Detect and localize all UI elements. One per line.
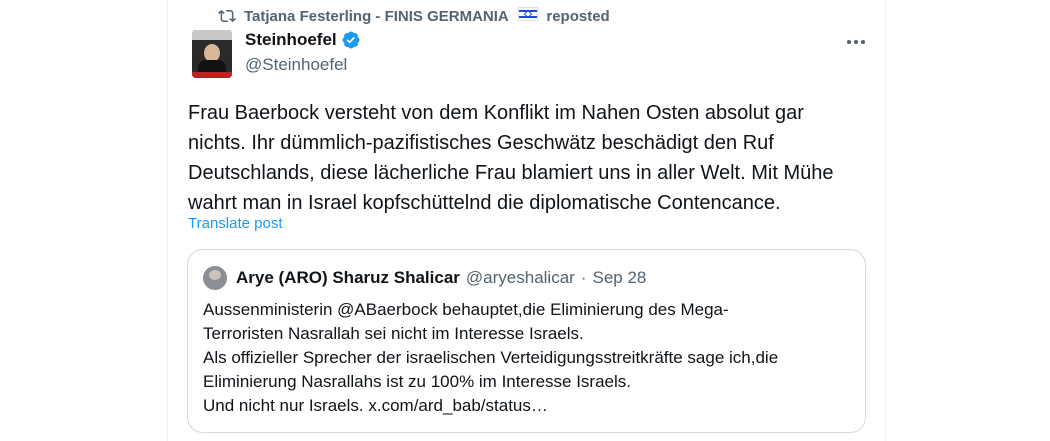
tweet-line: wahrt man in Israel kopfschüttelnd die d… [188, 192, 781, 214]
quoted-line: Und nicht nur Israels. x.com/ard_bab/sta… [203, 396, 548, 415]
repost-action-label: reposted [546, 7, 610, 25]
tweet-body: Frau Baerbock versteht von dem Konflikt … [188, 98, 878, 218]
repost-icon [218, 9, 236, 23]
author-avatar[interactable] [192, 30, 232, 78]
quoted-post-card[interactable]: Arye (ARO) Sharuz Shalicar @aryeshalicar… [187, 249, 866, 433]
quoted-post-body: Aussenministerin @ABaerbock behauptet,di… [203, 298, 853, 418]
quoted-author-handle[interactable]: @aryeshalicar [466, 268, 575, 288]
more-dot-icon [847, 40, 851, 44]
quoted-line: Aussenministerin @ABaerbock behauptet,di… [203, 300, 729, 319]
separator-dot: · [580, 268, 587, 287]
timeline-right-border [885, 0, 886, 441]
quoted-line: Terroristen Nasrallah sei nicht im Inter… [203, 324, 584, 343]
tweet-line: nichts. Ihr dümmlich-pazifistisches Gesc… [188, 132, 774, 154]
quoted-post-header: Arye (ARO) Sharuz Shalicar @aryeshalicar… [236, 268, 646, 288]
quoted-post-date[interactable]: Sep 28 [592, 268, 646, 288]
author-handle[interactable]: @Steinhoefel [245, 55, 347, 75]
quoted-author-name[interactable]: Arye (ARO) Sharuz Shalicar [236, 268, 460, 288]
translate-post-link[interactable]: Translate post [188, 215, 283, 232]
more-dot-icon [861, 40, 865, 44]
more-dot-icon [854, 40, 858, 44]
reposter-name[interactable]: Tatjana Festerling - FINIS GERMANIA [244, 7, 539, 25]
quoted-line: Eliminierung Nasrallahs ist zu 100% im I… [203, 372, 632, 391]
verified-badge-icon[interactable] [341, 30, 361, 50]
more-options-button[interactable] [842, 30, 870, 54]
quoted-author-avatar[interactable] [203, 266, 227, 290]
tweet-line: Deutschlands, diese lächerliche Frau bla… [188, 162, 834, 184]
tweet-line: Frau Baerbock versteht von dem Konflikt … [188, 102, 804, 124]
timeline-left-border [167, 0, 168, 441]
author-name-row[interactable]: Steinhoefel [245, 30, 361, 50]
quoted-line: Als offizieller Sprecher der israelische… [203, 348, 779, 367]
israel-flag-icon [518, 7, 539, 21]
author-display-name[interactable]: Steinhoefel [245, 30, 337, 50]
reposter-name-text[interactable]: Tatjana Festerling - FINIS GERMANIA [244, 8, 508, 25]
repost-context[interactable]: Tatjana Festerling - FINIS GERMANIA repo… [218, 6, 610, 26]
